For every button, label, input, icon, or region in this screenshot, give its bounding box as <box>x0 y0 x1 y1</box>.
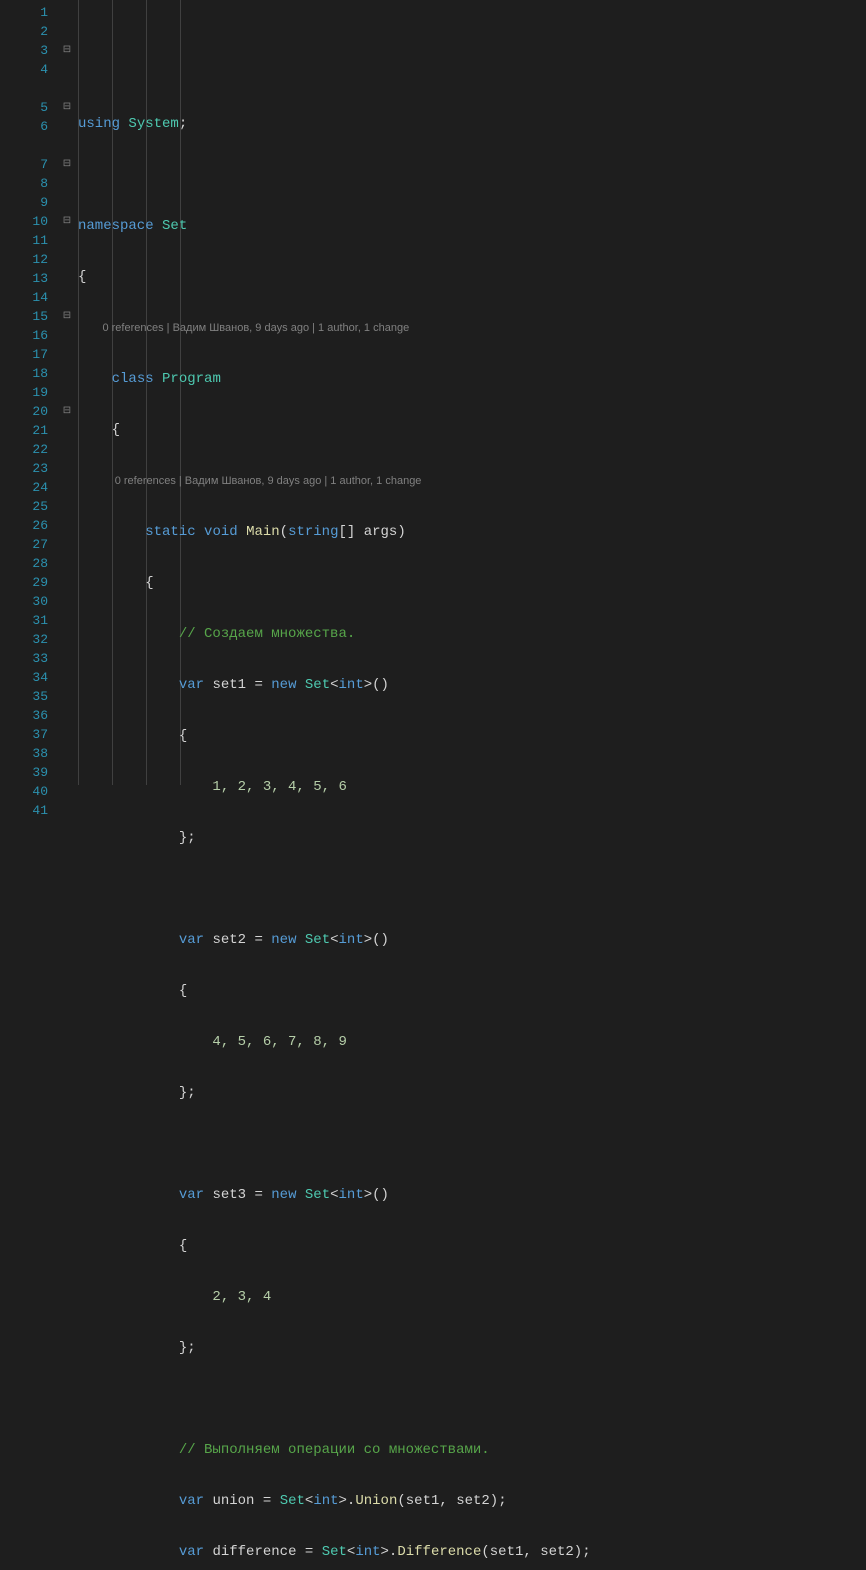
class-name: Program <box>162 371 221 387</box>
fold-toggle[interactable]: ⊟ <box>60 41 74 60</box>
line-number: 34 <box>0 668 48 687</box>
fold-toggle[interactable]: ⊟ <box>60 402 74 421</box>
line-number: 32 <box>0 630 48 649</box>
line-number: 38 <box>0 744 48 763</box>
line-number: 15 <box>0 307 48 326</box>
line-number: 35 <box>0 687 48 706</box>
keyword: new <box>271 932 296 948</box>
type: Set <box>305 677 330 693</box>
line-number: 21 <box>0 421 48 440</box>
line-number: 14 <box>0 288 48 307</box>
line-number: 1 <box>0 3 48 22</box>
keyword: var <box>179 1493 204 1509</box>
comment: // Выполняем операции со множествами. <box>179 1442 490 1458</box>
keyword: int <box>339 1187 364 1203</box>
line-number: 19 <box>0 383 48 402</box>
line-number: 27 <box>0 535 48 554</box>
line-number: 6 <box>0 117 48 136</box>
line-number: 10 <box>0 212 48 231</box>
method-name: Main <box>246 524 280 540</box>
keyword: class <box>112 371 154 387</box>
codelens-method[interactable]: 0 references | Вадим Шванов, 9 days ago … <box>78 472 866 491</box>
line-number: 37 <box>0 725 48 744</box>
line-number: 30 <box>0 592 48 611</box>
keyword: namespace <box>78 218 154 234</box>
number-list: 1, 2, 3, 4, 5, 6 <box>212 779 346 795</box>
keyword: var <box>179 932 204 948</box>
line-number: 36 <box>0 706 48 725</box>
fold-toggle[interactable]: ⊟ <box>60 307 74 326</box>
line-number: 13 <box>0 269 48 288</box>
line-number: 18 <box>0 364 48 383</box>
fold-column: ⊟ ⊟ ⊟ ⊟ ⊟ ⊟ <box>60 0 74 785</box>
keyword: static <box>145 524 195 540</box>
keyword: string <box>288 524 338 540</box>
fold-toggle[interactable]: ⊟ <box>60 98 74 117</box>
comment: // Создаем множества. <box>179 626 355 642</box>
line-number: 23 <box>0 459 48 478</box>
variable: set3 <box>212 1187 246 1203</box>
line-number: 5 <box>0 98 48 117</box>
codelens-class[interactable]: 0 references | Вадим Шванов, 9 days ago … <box>78 319 866 338</box>
line-number: 4 <box>0 60 48 79</box>
namespace-name: Set <box>162 218 187 234</box>
line-number: 2 <box>0 22 48 41</box>
line-number: 39 <box>0 763 48 782</box>
variable: difference <box>212 1544 296 1560</box>
keyword: int <box>339 932 364 948</box>
fold-toggle[interactable]: ⊟ <box>60 155 74 174</box>
number-list: 2, 3, 4 <box>212 1289 271 1305</box>
line-number: 29 <box>0 573 48 592</box>
type: System <box>128 116 178 132</box>
keyword: using <box>78 116 120 132</box>
type: Set <box>305 932 330 948</box>
line-number: 3 <box>0 41 48 60</box>
fold-toggle[interactable]: ⊟ <box>60 212 74 231</box>
keyword: int <box>339 677 364 693</box>
line-number: 11 <box>0 231 48 250</box>
line-number: 7 <box>0 155 48 174</box>
keyword: void <box>204 524 238 540</box>
line-number-gutter: 1234567891011121314151617181920212223242… <box>0 0 60 785</box>
line-number: 26 <box>0 516 48 535</box>
keyword: new <box>271 1187 296 1203</box>
line-number: 33 <box>0 649 48 668</box>
keyword: new <box>271 677 296 693</box>
method-call: Difference <box>397 1544 481 1560</box>
keyword: var <box>179 1544 204 1560</box>
type: Set <box>280 1493 305 1509</box>
variable: union <box>212 1493 254 1509</box>
keyword: var <box>179 677 204 693</box>
param: args <box>364 524 398 540</box>
keyword: int <box>313 1493 338 1509</box>
code-editor[interactable]: using System; namespace Set { 0 referenc… <box>74 0 866 785</box>
type: Set <box>305 1187 330 1203</box>
line-number: 28 <box>0 554 48 573</box>
line-number: 20 <box>0 402 48 421</box>
line-number: 17 <box>0 345 48 364</box>
keyword: int <box>355 1544 380 1560</box>
line-number: 31 <box>0 611 48 630</box>
line-number: 24 <box>0 478 48 497</box>
line-number: 9 <box>0 193 48 212</box>
variable: set1 <box>212 677 246 693</box>
variable: set2 <box>212 932 246 948</box>
line-number: 8 <box>0 174 48 193</box>
method-call: Union <box>355 1493 397 1509</box>
line-number: 16 <box>0 326 48 345</box>
keyword: var <box>179 1187 204 1203</box>
line-number: 41 <box>0 801 48 820</box>
type: Set <box>322 1544 347 1560</box>
line-number: 25 <box>0 497 48 516</box>
line-number: 12 <box>0 250 48 269</box>
number-list: 4, 5, 6, 7, 8, 9 <box>212 1034 346 1050</box>
line-number: 22 <box>0 440 48 459</box>
